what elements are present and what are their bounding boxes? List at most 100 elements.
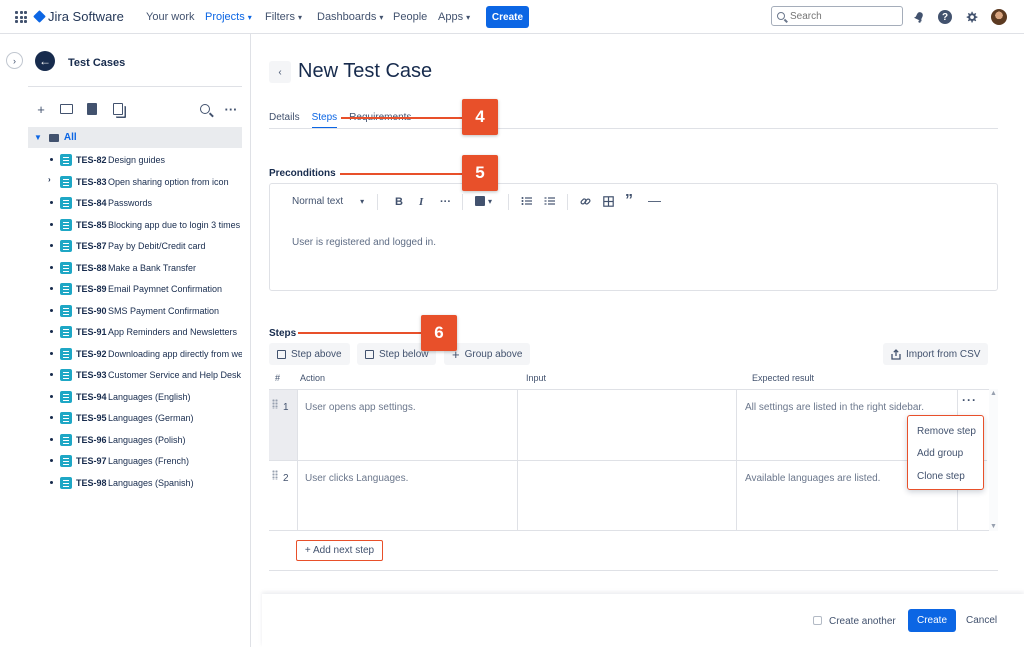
table-row[interactable]: 2 User clicks Languages. Available langu… xyxy=(269,461,987,531)
search-icon xyxy=(777,12,785,20)
tree-item[interactable]: TES-92 Downloading app directly from web xyxy=(28,347,242,361)
jira-logo[interactable]: Jira Software xyxy=(33,9,124,24)
app-switcher-icon[interactable] xyxy=(15,11,27,23)
bullet-icon xyxy=(50,244,53,247)
table-icon[interactable] xyxy=(603,196,614,207)
import-csv-button[interactable]: Import from CSV xyxy=(883,343,989,365)
sidebar: › ← Test Cases + ··· ▼ All TES-82 Design … xyxy=(0,34,251,647)
tab-steps[interactable]: Steps xyxy=(311,112,337,129)
modal-footer: Create another Create Cancel xyxy=(262,594,1024,647)
tree-item-name: Blocking app due to login 3 times xyxy=(108,219,241,230)
action-cell[interactable]: User opens app settings. xyxy=(297,390,518,460)
tree-item[interactable]: TES-89 Email Paymnet Confirmation xyxy=(28,282,242,296)
chevron-right-icon[interactable]: › xyxy=(48,175,51,184)
test-case-icon xyxy=(60,455,72,467)
tree-item[interactable]: TES-87 Pay by Debit/Credit card xyxy=(28,239,242,253)
tree-item[interactable]: TES-85 Blocking app due to login 3 times xyxy=(28,218,242,232)
folder-icon-button[interactable] xyxy=(59,102,73,116)
settings-gear-icon[interactable] xyxy=(964,10,978,24)
cancel-button[interactable]: Cancel xyxy=(966,615,997,626)
tree-item[interactable]: TES-88 Make a Bank Transfer xyxy=(28,261,242,275)
tree-item-key: TES-95 xyxy=(76,413,107,423)
import-icon xyxy=(891,348,901,360)
back-arrow-icon[interactable]: ← xyxy=(35,51,55,71)
more-icon[interactable]: ··· xyxy=(224,102,238,117)
menu-add-group[interactable]: Add group xyxy=(917,448,963,459)
italic-button[interactable]: I xyxy=(419,196,423,208)
menu-remove-step[interactable]: Remove step xyxy=(917,426,976,437)
preconditions-editor[interactable]: Normal text ▾ B I ··· ▾ ” — User is regi… xyxy=(269,183,998,291)
test-case-icon xyxy=(60,433,72,446)
search-tree-button[interactable] xyxy=(198,102,212,116)
more-formatting-button[interactable]: ··· xyxy=(440,196,451,208)
table-row[interactable]: 1 User opens app settings. All settings … xyxy=(269,390,987,460)
step-above-button[interactable]: Step above xyxy=(269,343,350,365)
tree-item-key: TES-88 xyxy=(76,262,107,273)
tree-item[interactable]: TES-96 Languages (Polish) xyxy=(28,433,242,447)
delete-icon-button[interactable] xyxy=(85,102,99,116)
row-more-actions-icon[interactable]: ··· xyxy=(962,393,977,407)
chevron-down-icon: ▾ xyxy=(466,12,471,22)
tree-item[interactable]: TES-98 Languages (Spanish) xyxy=(28,476,242,490)
tree-item[interactable]: TES-93 Customer Service and Help Desk xyxy=(28,368,242,382)
bold-button[interactable]: B xyxy=(395,196,403,208)
add-icon[interactable]: + xyxy=(34,102,48,117)
action-cell[interactable]: User clicks Languages. xyxy=(297,461,518,531)
create-button[interactable]: Create xyxy=(486,6,529,28)
tree-root-all[interactable]: ▼ All xyxy=(28,127,242,148)
input-cell[interactable] xyxy=(518,461,737,531)
tree-item[interactable]: TES-94 Languages (English) xyxy=(28,390,242,404)
sidebar-title: Test Cases xyxy=(68,57,126,69)
tree-item[interactable]: TES-95 Languages (German) xyxy=(28,411,242,425)
user-avatar[interactable] xyxy=(991,9,1007,25)
search-field[interactable] xyxy=(771,6,903,26)
copy-icon-button[interactable] xyxy=(111,102,125,116)
tree-item-key: TES-96 xyxy=(76,434,107,445)
create-another-checkbox[interactable] xyxy=(813,616,822,625)
nav-apps[interactable]: Apps ▾ xyxy=(438,11,470,23)
tree-item[interactable]: TES-90 SMS Payment Confirmation xyxy=(28,304,242,318)
tree-item[interactable]: TES-91 App Reminders and Newsletters xyxy=(28,325,242,339)
collapse-sidebar-button[interactable]: › xyxy=(6,52,23,69)
chevron-right-icon: › xyxy=(13,55,16,66)
tab-details[interactable]: Details xyxy=(269,112,300,127)
menu-clone-step[interactable]: Clone step xyxy=(917,471,965,482)
bullet-list-icon[interactable] xyxy=(521,196,532,206)
numbered-list-icon[interactable] xyxy=(544,196,555,206)
help-icon[interactable]: ? xyxy=(938,10,952,24)
chevron-left-icon: ‹ xyxy=(278,66,282,78)
drag-handle[interactable]: 2 xyxy=(269,461,297,531)
tree-item[interactable]: › TES-83 Open sharing option from icon xyxy=(28,175,242,189)
tree-item[interactable]: TES-97 Languages (French) xyxy=(28,454,242,468)
scroll-down-icon[interactable]: ▼ xyxy=(990,523,997,530)
bullet-icon xyxy=(50,394,53,398)
nav-your-work[interactable]: Your work xyxy=(146,11,195,23)
add-next-step-button[interactable]: + Add next step xyxy=(296,540,383,561)
table-scrollbar[interactable]: ▲ ▼ xyxy=(989,389,998,531)
text-style-dropdown[interactable]: Normal text ▾ xyxy=(292,196,364,207)
tree-item[interactable]: TES-82 Design guides xyxy=(28,153,242,167)
nav-dashboards[interactable]: Dashboards ▾ xyxy=(317,11,383,23)
drag-handle[interactable]: 1 xyxy=(269,390,297,460)
notifications-icon[interactable] xyxy=(912,10,926,24)
preconditions-label: Preconditions xyxy=(269,168,336,179)
search-input[interactable] xyxy=(790,10,890,22)
text-color-button[interactable]: ▾ xyxy=(475,196,492,206)
link-icon[interactable] xyxy=(580,196,591,207)
test-case-icon xyxy=(60,326,72,338)
search-icon xyxy=(200,104,210,114)
scroll-up-icon[interactable]: ▲ xyxy=(990,390,997,397)
tab-requirements[interactable]: Requirements xyxy=(349,112,411,127)
tree-item[interactable]: TES-84 Passwords xyxy=(28,196,242,210)
preconditions-content: User is registered and logged in. xyxy=(292,237,436,248)
chevron-down-icon: ▾ xyxy=(360,197,365,206)
nav-projects[interactable]: Projects ▾ xyxy=(205,11,252,23)
back-button[interactable]: ‹ xyxy=(269,61,291,83)
nav-people[interactable]: People xyxy=(393,11,427,23)
quote-icon[interactable]: ” xyxy=(625,192,633,210)
create-another-label[interactable]: Create another xyxy=(829,616,896,627)
nav-filters[interactable]: Filters ▾ xyxy=(265,11,302,23)
create-submit-button[interactable]: Create xyxy=(908,609,956,632)
input-cell[interactable] xyxy=(518,390,737,460)
divider-icon[interactable]: — xyxy=(648,193,661,208)
